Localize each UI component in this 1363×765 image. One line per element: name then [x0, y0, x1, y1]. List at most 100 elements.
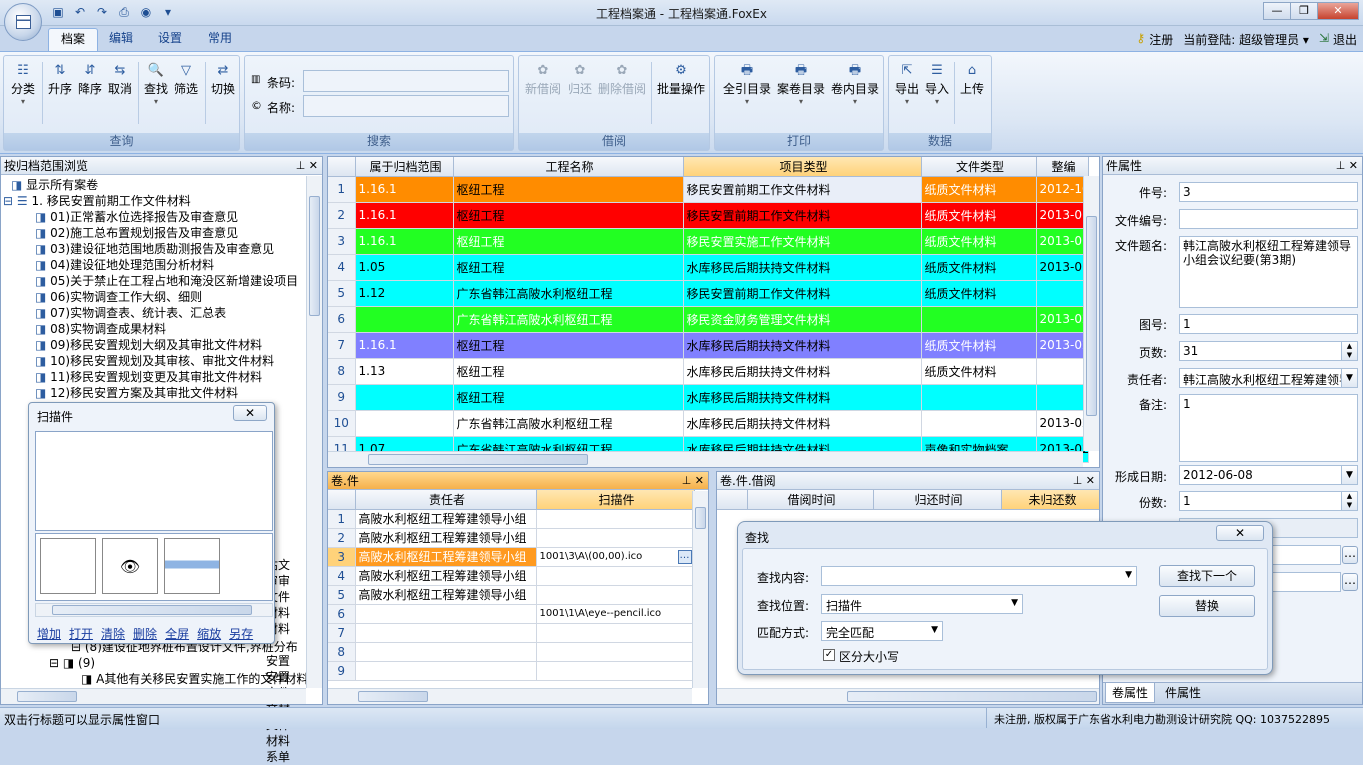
col-header-date[interactable]: 整编 — [1036, 157, 1089, 177]
cell-responsible[interactable]: 高陂水利枢纽工程筹建领导小组 — [355, 585, 537, 605]
cell-responsible[interactable]: 高陂水利枢纽工程筹建领导小组 — [355, 566, 537, 586]
filter-button[interactable]: ▽ 筛选 — [171, 62, 201, 97]
scan-delete-link[interactable]: 删除 — [133, 625, 157, 642]
tree-item[interactable]: ◨ 03)建设征地范围地质勘测报告及审查意见 — [3, 241, 304, 257]
table-row[interactable]: 6 1001\1\A\eye--pencil.ico — [328, 604, 695, 624]
cell-scan[interactable]: 1001\3\A\(00,00).ico… — [536, 547, 695, 567]
panel-pin-close[interactable]: ⊥ ✕ — [682, 472, 704, 490]
cell-responsible[interactable] — [355, 642, 537, 662]
scan-strip-scrollbar[interactable] — [35, 603, 273, 617]
cell-filetype[interactable]: 纸质文件材料 — [921, 254, 1037, 281]
tree-item[interactable]: ◨ 04)建设征地处理范围分析材料 — [3, 257, 304, 273]
cell-filetype[interactable]: 纸质文件材料 — [921, 202, 1037, 229]
row-number[interactable]: 5 — [328, 280, 356, 307]
browse-button[interactable]: … — [677, 549, 692, 564]
tree-item[interactable]: ⊟ ◨ (9) — [15, 655, 304, 671]
cell-scan[interactable] — [536, 585, 695, 605]
cell-range[interactable]: 1.13 — [355, 358, 454, 385]
tab-common[interactable]: 常用 — [196, 28, 244, 51]
formation-date-field[interactable]: 2012-06-08 ▼ — [1179, 465, 1358, 485]
cell-project[interactable]: 枢纽工程 — [453, 202, 684, 229]
row-number[interactable]: 6 — [328, 306, 356, 333]
table-row[interactable]: 9 枢纽工程 水库移民后期扶持文件材料 — [328, 384, 1089, 411]
cell-range[interactable] — [355, 306, 454, 333]
col-header-responsible[interactable]: 责任者 — [355, 490, 537, 510]
table-row[interactable]: 8 — [328, 642, 695, 662]
tree-item[interactable]: ◨ 09)移民安置规划大纲及其审批文件材料 — [3, 337, 304, 353]
switch-button[interactable]: ⇄ 切换 — [208, 62, 238, 97]
find-location-select[interactable]: 扫描件 ▼ — [821, 594, 1023, 614]
case-sensitive-checkbox[interactable]: ✓ — [823, 649, 835, 661]
tree-item[interactable]: ◨ 07)实物调查表、统计表、汇总表 — [3, 305, 304, 321]
cell-scan[interactable] — [536, 642, 695, 662]
tab-edit[interactable]: 编辑 — [97, 28, 145, 51]
return-button[interactable]: ✿ 归还 — [565, 62, 595, 97]
cell-filetype[interactable]: 纸质文件材料 — [921, 358, 1037, 385]
cell-project[interactable]: 枢纽工程 — [453, 384, 684, 411]
eye-icon[interactable]: 👁 — [102, 538, 158, 594]
row-number[interactable]: 1 — [328, 176, 356, 203]
col-header-unreturned[interactable]: 未归还数 — [1001, 490, 1099, 510]
cell-range[interactable]: 1.16.1 — [355, 332, 454, 359]
new-borrow-button[interactable]: ✿ 新借阅 — [523, 62, 563, 97]
cell-filetype[interactable] — [921, 306, 1037, 333]
browse-button[interactable]: … — [1342, 573, 1358, 591]
cell-filetype[interactable]: 纸质文件材料 — [921, 176, 1037, 203]
table-row[interactable]: 6 广东省韩江高陂水利枢纽工程 移民资金财务管理文件材料 2013-02 — [328, 306, 1089, 333]
cell-range[interactable] — [355, 384, 454, 411]
cell-scan[interactable] — [536, 509, 695, 529]
tree-vertical-scrollbar[interactable] — [306, 176, 322, 688]
tree-item[interactable]: ◨ 11)移民安置规划变更及其审批文件材料 — [3, 369, 304, 385]
export-button[interactable]: ⇱ 导出 ▾ — [892, 62, 922, 107]
tree-item[interactable]: ◨ 显示所有案卷 — [3, 177, 304, 193]
cell-type[interactable]: 水库移民后期扶持文件材料 — [683, 384, 922, 411]
find-content-input[interactable]: ▼ — [821, 566, 1137, 586]
tree-item[interactable]: ◨ 06)实物调查工作大纲、细则 — [3, 289, 304, 305]
row-number[interactable]: 7 — [328, 623, 356, 643]
cell-type[interactable]: 移民安置前期工作文件材料 — [683, 202, 922, 229]
table-row[interactable]: 4 高陂水利枢纽工程筹建领导小组 — [328, 566, 695, 586]
cell-project[interactable]: 枢纽工程 — [453, 332, 684, 359]
scan-thumbnail[interactable] — [40, 538, 96, 594]
cell-filetype[interactable] — [921, 410, 1037, 437]
find-button[interactable]: 🔍 查找 ▾ — [141, 62, 171, 107]
cell-type[interactable]: 移民安置前期工作文件材料 — [683, 280, 922, 307]
full-index-button[interactable]: 🖶 全引目录 ▾ — [721, 62, 773, 107]
cell-range[interactable]: 1.16.1 — [355, 228, 454, 255]
cell-project[interactable]: 广东省韩江高陂水利枢纽工程 — [453, 280, 684, 307]
row-number[interactable]: 9 — [328, 384, 356, 411]
cell-scan[interactable] — [536, 528, 695, 548]
table-row[interactable]: 2 高陂水利枢纽工程筹建领导小组 — [328, 528, 695, 548]
table-row[interactable]: 5 高陂水利枢纽工程筹建领导小组 — [328, 585, 695, 605]
table-row[interactable]: 3 1.16.1 枢纽工程 移民安置实施工作文件材料 纸质文件材料 2013-01 — [328, 228, 1089, 255]
col-header-scan[interactable]: 扫描件 — [536, 490, 695, 510]
cell-range[interactable] — [355, 410, 454, 437]
tab-settings[interactable]: 设置 — [146, 28, 194, 51]
scan-popup-close-button[interactable]: ✕ — [233, 405, 267, 421]
find-dialog-close-button[interactable]: ✕ — [1216, 525, 1264, 541]
cell-responsible[interactable]: 高陂水利枢纽工程筹建领导小组 — [355, 509, 537, 529]
cell-project[interactable]: 枢纽工程 — [453, 176, 684, 203]
cell-type[interactable]: 移民安置实施工作文件材料 — [683, 228, 922, 255]
col-header-borrow-time[interactable]: 借阅时间 — [747, 490, 874, 510]
col-header-project[interactable]: 工程名称 — [453, 157, 684, 177]
cell-scan[interactable] — [536, 661, 695, 681]
row-number[interactable]: 5 — [328, 585, 356, 605]
scan-open-link[interactable]: 打开 — [69, 625, 93, 642]
tree-item[interactable]: ◨ 05)关于禁止在工程占地和淹没区新增建设项目 — [3, 273, 304, 289]
grid-vertical-scrollbar[interactable] — [1083, 176, 1099, 451]
col-header-range[interactable]: 属于归档范围 — [355, 157, 454, 177]
row-number[interactable]: 3 — [328, 228, 356, 255]
cell-project[interactable]: 枢纽工程 — [453, 228, 684, 255]
doc-number-field[interactable] — [1179, 209, 1358, 229]
table-row[interactable]: 10 广东省韩江高陂水利枢纽工程 水库移民后期扶持文件材料 2013-02 — [328, 410, 1089, 437]
cell-scan[interactable] — [536, 566, 695, 586]
cell-date[interactable]: 2013-01 — [1036, 254, 1089, 281]
tree-item[interactable]: ◨ 10)移民安置规划及其审核、审批文件材料 — [3, 353, 304, 369]
maximize-button[interactable]: ❐ — [1290, 2, 1318, 20]
cell-type[interactable]: 水库移民后期扶持文件材料 — [683, 254, 922, 281]
cell-type[interactable]: 水库移民后期扶持文件材料 — [683, 358, 922, 385]
tab-volume-properties[interactable]: 卷属性 — [1105, 683, 1156, 703]
cell-date[interactable]: 2013-02 — [1036, 410, 1089, 437]
cell-range[interactable]: 1.16.1 — [355, 176, 454, 203]
